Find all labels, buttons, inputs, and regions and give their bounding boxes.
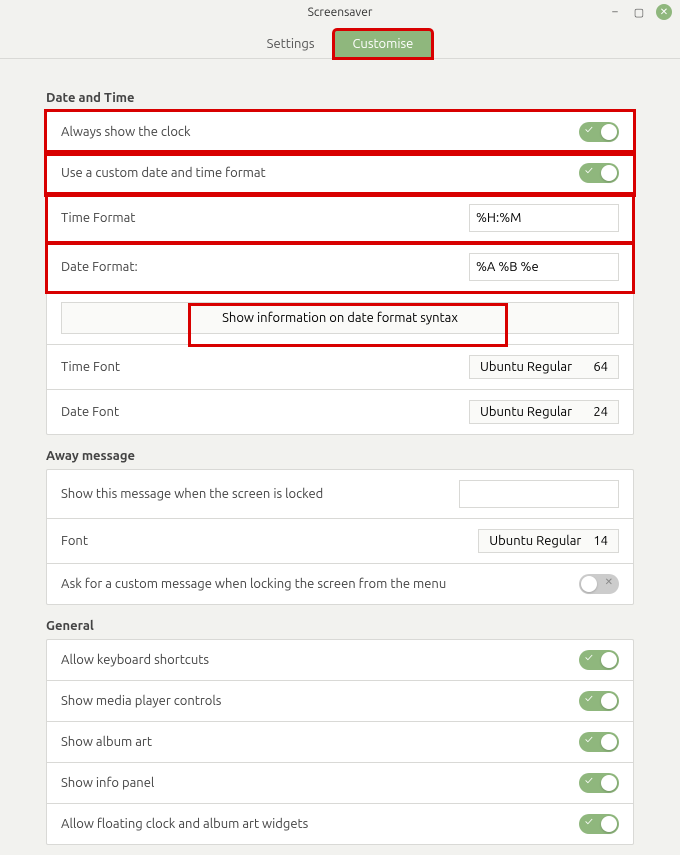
toggle-custom-format[interactable] (579, 163, 619, 183)
label-date-font: Date Font (61, 405, 119, 419)
content-area: Date and Time Always show the clock Use … (0, 59, 680, 855)
titlebar: Screensaver – ▢ ✕ (0, 0, 680, 24)
row-date-format: Date Format: (47, 243, 633, 292)
label-keyboard: Allow keyboard shortcuts (61, 653, 209, 667)
row-always-show-clock: Always show the clock (47, 112, 633, 153)
row-album: Show album art (47, 722, 633, 763)
label-media: Show media player controls (61, 694, 221, 708)
label-ask-custom: Ask for a custom message when locking th… (61, 577, 446, 591)
section-title-general: General (46, 619, 634, 633)
section-away: Show this message when the screen is loc… (46, 469, 634, 605)
label-time-format: Time Format (61, 211, 135, 225)
row-custom-format: Use a custom date and time format (47, 153, 633, 194)
section-general: Allow keyboard shortcuts Show media play… (46, 639, 634, 845)
button-away-font[interactable]: Ubuntu Regular 14 (478, 529, 619, 553)
row-time-font: Time Font Ubuntu Regular 64 (47, 345, 633, 390)
button-format-info[interactable]: Show information on date format syntax (61, 302, 619, 334)
section-datetime: Always show the clock Use a custom date … (46, 111, 634, 435)
toggle-always-show-clock[interactable] (579, 122, 619, 142)
row-away-message: Show this message when the screen is loc… (47, 470, 633, 519)
label-away-font: Font (61, 534, 88, 548)
toggle-keyboard[interactable] (579, 650, 619, 670)
time-font-family: Ubuntu Regular (480, 360, 572, 374)
maximize-button[interactable]: ▢ (632, 5, 646, 19)
toggle-album[interactable] (579, 732, 619, 752)
label-info: Show info panel (61, 776, 154, 790)
date-font-family: Ubuntu Regular (480, 405, 572, 419)
label-album: Show album art (61, 735, 152, 749)
row-away-font: Font Ubuntu Regular 14 (47, 519, 633, 564)
label-date-format: Date Format: (61, 260, 138, 274)
row-time-format: Time Format (47, 194, 633, 243)
away-font-size: 14 (593, 534, 608, 548)
tab-bar: Settings Customise (0, 24, 680, 59)
toggle-info[interactable] (579, 773, 619, 793)
window-title: Screensaver (308, 6, 373, 19)
minimize-button[interactable]: – (608, 5, 622, 19)
close-button[interactable]: ✕ (656, 4, 672, 20)
input-away-message[interactable] (459, 480, 619, 508)
button-time-font[interactable]: Ubuntu Regular 64 (469, 355, 619, 379)
toggle-ask-custom[interactable] (579, 574, 619, 594)
toggle-floating[interactable] (579, 814, 619, 834)
label-always-show-clock: Always show the clock (61, 125, 191, 139)
row-ask-custom: Ask for a custom message when locking th… (47, 564, 633, 604)
tab-customise[interactable]: Customise (334, 30, 433, 58)
section-title-datetime: Date and Time (46, 91, 634, 105)
label-time-font: Time Font (61, 360, 120, 374)
toggle-media[interactable] (579, 691, 619, 711)
row-media: Show media player controls (47, 681, 633, 722)
button-date-font[interactable]: Ubuntu Regular 24 (469, 400, 619, 424)
input-date-format[interactable] (469, 253, 619, 281)
date-font-size: 24 (593, 405, 608, 419)
window-controls: – ▢ ✕ (608, 4, 672, 20)
row-info: Show info panel (47, 763, 633, 804)
label-away-message: Show this message when the screen is loc… (61, 487, 323, 501)
label-floating: Allow floating clock and album art widge… (61, 817, 308, 831)
row-keyboard: Allow keyboard shortcuts (47, 640, 633, 681)
section-title-away: Away message (46, 449, 634, 463)
input-time-format[interactable] (469, 204, 619, 232)
row-date-font: Date Font Ubuntu Regular 24 (47, 390, 633, 434)
time-font-size: 64 (593, 360, 608, 374)
tab-settings[interactable]: Settings (248, 30, 334, 58)
away-font-family: Ubuntu Regular (489, 534, 581, 548)
row-floating: Allow floating clock and album art widge… (47, 804, 633, 844)
label-custom-format: Use a custom date and time format (61, 166, 266, 180)
